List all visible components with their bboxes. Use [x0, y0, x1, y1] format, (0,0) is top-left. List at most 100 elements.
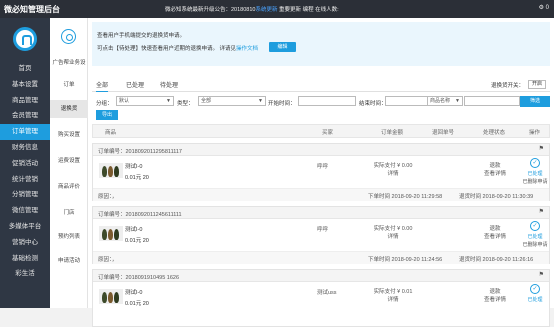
order-footer: 原因：， 下单时间 2018-09-20 11:29:58 退货时间 2018-…	[93, 188, 549, 201]
flag-icon[interactable]: ⚑	[539, 145, 544, 152]
docs-link[interactable]: 操作文档	[236, 46, 258, 52]
group-select[interactable]: 默认 ▼	[116, 96, 174, 106]
sidebar-item-products[interactable]: 商品管理	[0, 93, 50, 109]
product-thumbnail	[99, 163, 123, 178]
chevron-down-icon: ▼	[258, 98, 263, 104]
product-price: 0.01元 20	[125, 238, 149, 244]
notice-rest: 重要更新	[279, 7, 302, 13]
view-details-link[interactable]: 查看详情	[475, 169, 515, 177]
sidebar-menu: 首页 基本设置 商品管理 会员管理 订单管理 财务信息 促销活动 统计营销 分销…	[0, 61, 50, 282]
flag-icon[interactable]: ⚑	[539, 271, 544, 278]
sidebar-item-home[interactable]: 首页	[0, 61, 50, 77]
sidebar-item-finance[interactable]: 财务信息	[0, 140, 50, 156]
col-product: 商品	[105, 130, 117, 136]
sidebar-item-marketing[interactable]: 营销中心	[0, 235, 50, 251]
sidebar-item-media[interactable]: 多媒体平台	[0, 219, 50, 235]
sidebar-item-statistics[interactable]: 统计营销	[0, 172, 50, 188]
return-time: 退货时间 2018-09-20 11:26:16	[459, 257, 534, 263]
sidebar-item-distribution[interactable]: 分销管理	[0, 187, 50, 203]
end-time-label: 结束时间：	[359, 101, 387, 107]
buyer-name: 呼呼	[317, 164, 329, 170]
return-reason: 原因：，	[98, 194, 118, 200]
deleted-request-label: 已删除申请	[522, 179, 548, 185]
start-time-label: 开始时间：	[268, 101, 296, 107]
flag-icon[interactable]: ⚑	[539, 208, 544, 215]
col-amount: 订单金额	[381, 130, 404, 136]
subnav-item-purchase-settings[interactable]: 购买设置	[50, 126, 88, 144]
sub-navigation: 广告帮业务设 订单 退换货 购买设置 运费设置 商品评价 门店 预约列表 申请活…	[50, 18, 88, 308]
subnav-item-returns[interactable]: 退换货	[50, 100, 88, 118]
returns-toggle-label: 退换货开关：	[490, 83, 524, 89]
subnav-item-shipping-settings[interactable]: 运费设置	[50, 152, 88, 170]
product-name[interactable]: 测试I-0	[125, 162, 142, 170]
edit-button[interactable]: 编辑	[269, 42, 296, 52]
view-details-link[interactable]: 查看详情	[475, 295, 515, 303]
sidebar-item-life[interactable]: 彩生活	[0, 266, 50, 282]
tab-pending[interactable]: 待处理	[160, 80, 178, 89]
subnav-item-activity[interactable]: 申请活动	[50, 252, 88, 270]
type-select-value: 全部	[201, 98, 212, 104]
top-bar: 微必知管理后台 微必知系统最新升级公告：20180810系统更新 重要更新 编程…	[0, 0, 554, 18]
chevron-down-icon: ▼	[455, 98, 460, 104]
type-select[interactable]: 全部 ▼	[198, 96, 266, 106]
buyer-name: 测试uss	[317, 290, 337, 296]
subnav-item-reservations[interactable]: 预约列表	[50, 228, 88, 246]
processed-label: 已处理	[527, 297, 543, 303]
paid-amount: 实际支付 ¥ 0.00	[373, 226, 413, 232]
type-label: 类型：	[177, 101, 194, 107]
processed-label: 已处理	[527, 171, 543, 177]
export-button[interactable]: 导出	[96, 110, 118, 120]
search-button[interactable]: 筛选	[520, 96, 550, 107]
tip-line-2-text: 可点击【待处理】快速查看用户近期的退换申请。 详请见	[97, 46, 237, 52]
check-circle-icon: ✓	[530, 158, 540, 168]
settings-gear-icon[interactable]: ⚙ 0	[539, 4, 549, 11]
order-number: 订单编号：2018092011245611111	[98, 212, 182, 218]
return-status: 退款	[489, 226, 501, 232]
order-header: 订单编号：2018092011245611111 ⚑	[93, 207, 549, 219]
returns-toggle-button[interactable]: 开启	[528, 80, 546, 89]
order-number: 订单编号：2018091910495 1626	[98, 275, 180, 281]
view-details-link[interactable]: 查看详情	[475, 232, 515, 240]
chevron-down-icon: ▼	[166, 98, 171, 104]
tip-line-1: 查看用户手机端提交的退换货申请。	[97, 33, 186, 39]
return-reason: 原因：，	[98, 257, 118, 263]
order-detail-link[interactable]: 详情	[373, 232, 413, 240]
product-name[interactable]: 测试I-0	[125, 288, 142, 296]
filter-bar: 分组： 默认 ▼ 类型： 全部 ▼ 开始时间： 结束时间： 商品名称 ▼ 筛选	[92, 96, 550, 108]
order-time: 下单时间 2018-09-20 11:29:58	[368, 194, 443, 200]
tab-processed[interactable]: 已处理	[126, 80, 144, 89]
product-price: 0.01元 20	[125, 301, 149, 307]
sidebar-item-promotions[interactable]: 促销活动	[0, 156, 50, 172]
col-return-no: 退回单号	[432, 130, 455, 136]
return-status: 退款	[489, 163, 501, 169]
subnav-item-stores[interactable]: 门店	[50, 204, 88, 222]
subnav-title: 广告帮业务设	[52, 60, 86, 66]
sidebar-item-basic-settings[interactable]: 基本设置	[0, 77, 50, 93]
product-thumbnail	[99, 289, 123, 304]
tip-line-2: 可点击【待处理】快速查看用户近期的退换申请。 详请见操作文档	[97, 44, 258, 52]
start-time-input[interactable]	[298, 96, 356, 106]
sidebar-item-inspection[interactable]: 基础检测	[0, 251, 50, 267]
product-thumbnail	[99, 226, 123, 241]
product-name[interactable]: 测试I-0	[125, 225, 142, 233]
notice-link[interactable]: 系统更新	[255, 7, 277, 13]
subnav-item-orders[interactable]: 订单	[50, 76, 88, 94]
order-card: 订单编号：2018092011245611111 ⚑ 测试I-0 0.01元 2…	[92, 206, 550, 264]
order-card: 订单编号：2018092011295811117 ⚑ 测试I-0 0.01元 2…	[92, 143, 550, 201]
order-detail-link[interactable]: 详情	[373, 169, 413, 177]
sidebar-item-wechat[interactable]: 微信管理	[0, 203, 50, 219]
field-select[interactable]: 商品名称 ▼	[427, 96, 463, 106]
group-label: 分组：	[96, 101, 113, 107]
order-detail-link[interactable]: 详情	[373, 295, 413, 303]
order-header: 订单编号：2018092011295811117 ⚑	[93, 144, 549, 156]
order-card: 订单编号：2018091910495 1626 ⚑ 测试I-0 0.01元 20…	[92, 269, 550, 327]
tab-all[interactable]: 全部	[96, 80, 109, 92]
subnav-item-reviews[interactable]: 商品评价	[50, 178, 88, 196]
col-actions: 操作	[529, 130, 541, 136]
sidebar-item-members[interactable]: 会员管理	[0, 108, 50, 124]
sidebar-item-orders[interactable]: 订单管理	[0, 124, 50, 140]
settings-icon	[61, 29, 76, 44]
product-price: 0.01元 20	[125, 175, 149, 181]
check-circle-icon: ✓	[530, 284, 540, 294]
keyword-input[interactable]	[464, 96, 520, 106]
